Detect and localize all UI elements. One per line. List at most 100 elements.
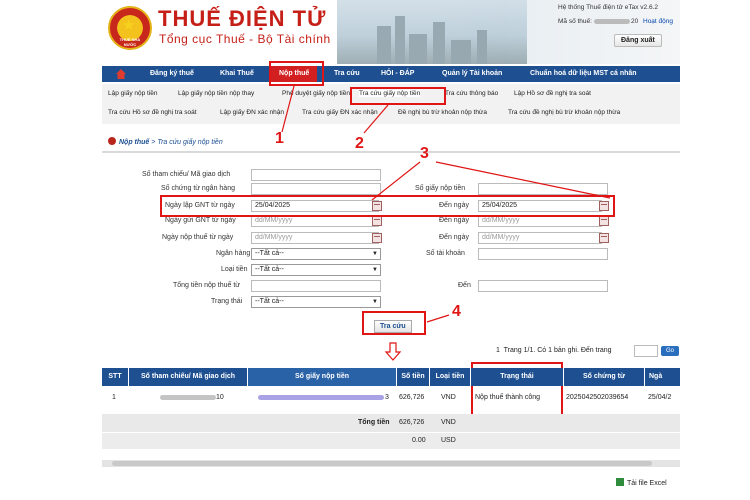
date-paid-to-label: Đến ngày [439,234,469,241]
activity-link[interactable]: Hoạt động [643,18,673,25]
nav-item-account[interactable]: Quản lý Tài khoản [442,66,502,82]
nav-item-standardize[interactable]: Chuẩn hoá dữ liệu MST cá nhân [530,66,637,82]
annotation-3: 3 [420,145,429,162]
ref-input[interactable] [251,169,381,181]
cell-date: 25/04/2 [648,394,672,401]
status-select-value: --Tất cả-- [255,298,284,305]
brand-subtitle: Tổng cục Thuế - Bộ Tài chính [159,32,331,46]
calendar-icon[interactable] [599,233,609,243]
amount-from-input[interactable] [251,280,381,292]
subnav-approve-gnt[interactable]: Phê duyệt giấy nộp tiền [282,90,350,97]
breadcrumb-icon [108,137,116,145]
date-paid-from-label: Ngày nộp thuế từ ngày [162,234,234,241]
star-icon: ★ [122,17,136,34]
nav-item-declare[interactable]: Khai Thuế [220,66,254,82]
doc-no-input[interactable] [478,183,608,195]
nav-item-lookup[interactable]: Tra cứu [334,66,360,82]
status-label: Trạng thái [211,298,243,305]
subnav-lookup-confirm[interactable]: Tra cứu giấy ĐN xác nhận [302,109,378,116]
chevron-down-icon: ▼ [372,267,378,273]
divider [102,151,680,153]
highlight-nav-pay-tax [269,61,324,86]
calendar-icon[interactable] [599,216,609,226]
account-input[interactable] [478,248,608,260]
bank-ref-input[interactable] [251,183,381,195]
breadcrumb-current: Tra cứu giấy nộp tiền [157,139,223,146]
col-header-stt: STT [102,368,128,386]
amount-to-input[interactable] [478,280,608,292]
status-select[interactable]: --Tất cả-- ▼ [251,296,381,308]
excel-download-link[interactable]: Tải file Excel [616,478,667,487]
cell-currency: VND [441,394,456,401]
annotation-4: 4 [452,303,461,320]
scrollbar-thumb[interactable] [112,461,652,466]
cell-ref-suffix: 10 [216,394,224,401]
subnav-lookup-offset[interactable]: Tra cứu đề nghị bù trừ khoản nộp thừa [508,109,620,116]
main-nav: Đăng ký thuế Khai Thuế Nộp thuế Tra cứu … [102,66,680,82]
subnav-create-confirm[interactable]: Lập giấy ĐN xác nhận [220,109,284,116]
cell-voucher: 20250425020396​54 [566,394,629,401]
bank-label: Ngân hàng [216,250,251,257]
doc-no-label: Số giấy nộp tiền [415,185,466,192]
amount-from-label: Tổng tiền nộp thuế từ [173,282,240,289]
currency-select[interactable]: --Tất cả-- ▼ [251,264,381,276]
cell-status: Nộp thuế thành công [475,394,540,401]
date-sent-to-label: Đến ngày [439,217,469,224]
nav-item-qa[interactable]: HỎI - ĐÁP [381,66,414,82]
total-vnd: 626,726 [399,419,425,426]
doc-no-redacted-link[interactable] [258,395,384,400]
excel-link-label: Tải file Excel [627,480,667,487]
excel-icon [616,478,624,486]
pager-info: 1 Trang 1/1. Có 1 bản ghi. Đến trang [496,347,612,354]
brand-title: THUẾ ĐIỆN TỬ [158,6,327,31]
account-label: Số tài khoản [426,250,465,257]
calendar-icon[interactable] [372,216,382,226]
tax-id-label: Mã số thuế: [558,18,592,25]
col-header-date: Ngà [645,368,680,386]
chevron-down-icon: ▼ [372,299,378,305]
date-paid-from-input[interactable]: dd/MM/yyyy [251,232,379,244]
highlight-search-button [362,311,426,335]
currency-label: Loại tiền [221,266,248,273]
etax-page: ★ THUẾ NHÀ NƯỚC THUẾ ĐIỆN TỬ Tổng cục Th… [102,0,680,500]
total-vnd-currency: VND [441,419,456,426]
highlight-subnav-lookup [350,87,446,105]
bank-select[interactable]: --Tất cả-- ▼ [251,248,381,260]
col-header-voucher: Số chứng từ [564,368,644,386]
site-header: ★ THUẾ NHÀ NƯỚC THUẾ ĐIỆN TỬ Tổng cục Th… [102,0,680,64]
col-header-currency: Loại tiền [430,368,470,386]
bank-select-value: --Tất cả-- [255,250,284,257]
cell-amount: 626,726 [399,394,425,401]
subnav-create-gnt[interactable]: Lập giấy nộp tiền [108,90,158,97]
subnav-offset-request[interactable]: Đề nghị bù trừ khoản nộp thừa [398,109,487,116]
annotation-1: 1 [275,130,284,147]
amount-to-label: Đến [458,282,471,289]
tax-id-suffix: 20 [631,18,639,25]
total-row-usd: 0.00 USD [102,433,680,449]
city-skyline-image [337,0,527,64]
breadcrumb: Nộp thuế > Tra cứu giấy nộp tiền [108,137,223,146]
subnav-create-review[interactable]: Lập Hồ sơ đề nghị tra soát [514,90,591,97]
cell-stt: 1 [112,394,116,401]
subnav-create-gnt-proxy[interactable]: Lập giấy nộp tiền nộp thay [178,90,254,97]
breadcrumb-parent[interactable]: Nộp thuế [119,139,149,146]
page-number-input[interactable] [634,345,658,357]
col-header-amount: Số tiền [397,368,429,386]
home-icon[interactable] [116,69,126,79]
date-paid-to-input[interactable]: dd/MM/yyyy [478,232,602,244]
bank-ref-label: Số chứng từ ngân hàng [161,185,235,192]
nav-item-register[interactable]: Đăng ký thuế [150,66,194,82]
col-header-status: Trạng thái [471,368,563,386]
subnav-lookup-review[interactable]: Tra cứu Hồ sơ đề nghị tra soát [108,109,197,116]
col-header-doc-no: Số giấy nộp tiền [248,368,396,386]
cell-doc-suffix: 3 [385,394,389,401]
ref-redacted [160,395,216,400]
logout-button[interactable]: Đăng xuất [614,34,662,47]
subnav-lookup-notice[interactable]: Tra cứu thông báo [445,90,498,97]
tax-emblem-logo: ★ THUẾ NHÀ NƯỚC [108,6,152,50]
calendar-icon[interactable] [372,233,382,243]
chevron-down-icon: ▼ [372,251,378,257]
go-button[interactable]: Go [661,346,679,356]
total-usd-currency: USD [441,437,456,444]
horizontal-scrollbar[interactable] [102,460,680,467]
